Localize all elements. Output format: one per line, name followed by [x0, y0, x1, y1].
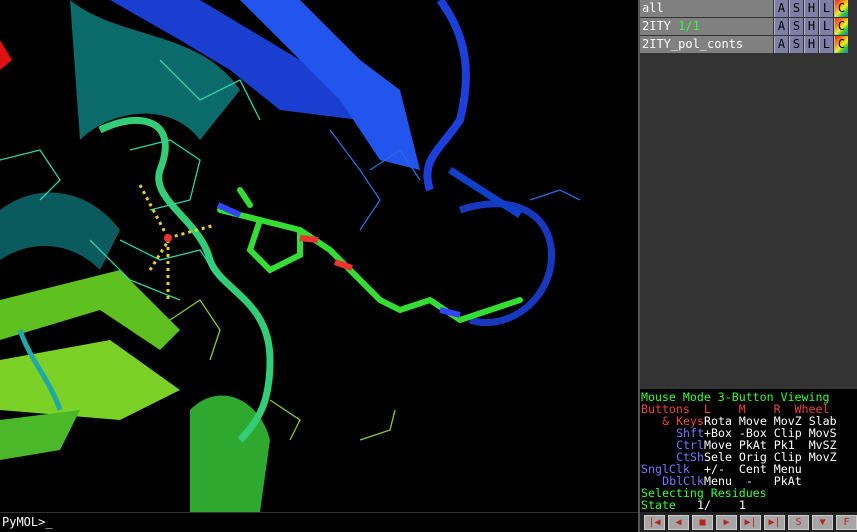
- molecule-render: [0, 0, 581, 512]
- show-button[interactable]: S: [789, 18, 803, 35]
- hide-button[interactable]: H: [804, 18, 818, 35]
- show-button[interactable]: S: [789, 0, 803, 17]
- hide-button[interactable]: H: [804, 36, 818, 53]
- object-row-all[interactable]: all A S H L C: [640, 0, 857, 17]
- play-button[interactable]: ▶: [716, 515, 737, 530]
- label-button[interactable]: L: [819, 36, 833, 53]
- movie-controls: |◀ ◀ ■ ▶ ▶| ▶| S ▼ F: [640, 512, 857, 532]
- label-button[interactable]: L: [819, 0, 833, 17]
- stop-button[interactable]: ■: [692, 515, 713, 530]
- 3d-viewport[interactable]: [0, 0, 638, 512]
- show-button[interactable]: S: [789, 36, 803, 53]
- command-prompt: PyMOL>_: [2, 515, 53, 529]
- action-button[interactable]: A: [774, 0, 788, 17]
- object-name[interactable]: all: [640, 0, 773, 17]
- frame-indicator: 1/1: [678, 19, 700, 33]
- mouse-mode-panel[interactable]: Mouse Mode 3-Button Viewing Buttons L M …: [640, 389, 857, 512]
- color-button[interactable]: C: [834, 36, 848, 53]
- command-line-input[interactable]: PyMOL>_: [0, 512, 638, 532]
- step-forward-button[interactable]: ▶|: [740, 515, 761, 530]
- state-readout: State 1/ 1: [641, 498, 746, 512]
- color-button[interactable]: C: [834, 0, 848, 17]
- label-button[interactable]: L: [819, 18, 833, 35]
- object-row-pol-conts[interactable]: 2ITY_pol_conts A S H L C: [640, 36, 857, 53]
- scene-button[interactable]: S: [788, 515, 809, 530]
- action-button[interactable]: A: [774, 36, 788, 53]
- step-back-button[interactable]: ◀: [668, 515, 689, 530]
- object-name[interactable]: 2ITY_pol_conts: [640, 36, 773, 53]
- rewind-button[interactable]: |◀: [644, 515, 665, 530]
- hide-button[interactable]: H: [804, 0, 818, 17]
- rock-button[interactable]: ▼: [812, 515, 833, 530]
- action-button[interactable]: A: [774, 18, 788, 35]
- full-screen-button[interactable]: F: [836, 515, 857, 530]
- object-row-2ity[interactable]: 2ITY 1/1 A S H L C: [640, 18, 857, 35]
- end-button[interactable]: ▶|: [764, 515, 785, 530]
- object-name[interactable]: 2ITY 1/1: [640, 18, 773, 35]
- color-button[interactable]: C: [834, 18, 848, 35]
